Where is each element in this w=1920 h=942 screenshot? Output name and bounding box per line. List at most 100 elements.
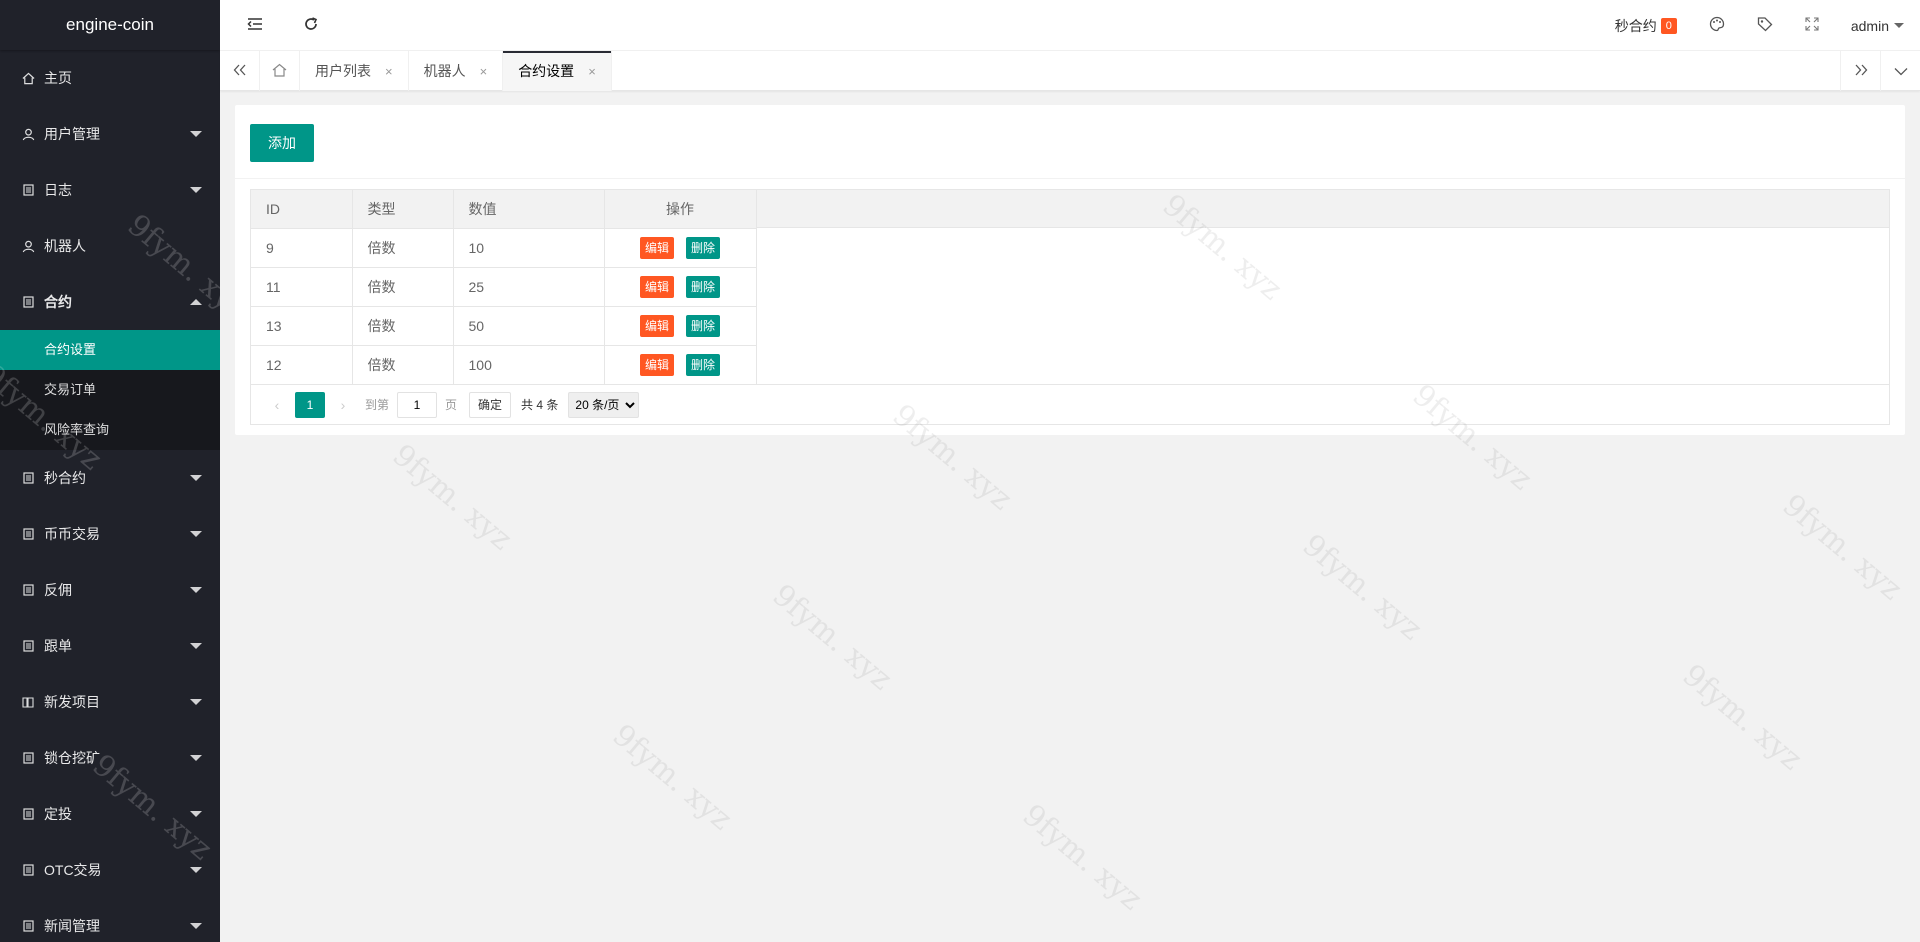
tab-home[interactable] <box>260 51 300 91</box>
cell-actions: 编辑 删除 <box>604 345 757 384</box>
tab-label: 机器人 <box>423 63 466 79</box>
tag-button[interactable] <box>1741 0 1789 51</box>
column-header-value[interactable]: 数值 <box>453 190 605 229</box>
tab-label: 合约设置 <box>518 63 575 79</box>
sidebar-item-label: 用户管理 <box>44 126 100 142</box>
double-chevron-right-icon <box>1854 63 1868 79</box>
tabs-scroll-right-button[interactable] <box>1840 51 1880 91</box>
page-size-select[interactable]: 20 条/页 <box>568 391 640 418</box>
sidebar-item-label: 跟单 <box>44 638 72 654</box>
cell-type: 倍数 <box>352 345 454 384</box>
watermark: 9fym. xyz <box>1775 487 1909 608</box>
tabs-scroll-left-button[interactable] <box>220 51 260 91</box>
delete-button[interactable]: 删除 <box>686 314 721 337</box>
table-row: 11 倍数 25 编辑 删除 <box>251 267 757 307</box>
goto-confirm-button[interactable]: 确定 <box>469 391 512 418</box>
close-icon[interactable]: × <box>480 64 488 79</box>
cell-actions: 编辑 删除 <box>604 306 757 346</box>
doc-icon <box>20 184 36 196</box>
home-icon <box>20 72 36 85</box>
tab-contract-settings[interactable]: 合约设置 × <box>503 51 612 91</box>
sidebar-item-label: 合约 <box>44 294 72 310</box>
doc-icon <box>20 920 36 932</box>
cell-id: 11 <box>251 267 353 307</box>
app-logo: engine-coin <box>0 0 220 50</box>
sidebar-item-second-contract[interactable]: 秒合约 <box>0 450 220 506</box>
sidebar-subitem-risk-query[interactable]: 风险率查询 <box>0 410 220 450</box>
chevron-down-icon <box>190 811 202 817</box>
cell-actions: 编辑 删除 <box>604 267 757 307</box>
sidebar: engine-coin 主页 用户管理 日志 机器人 合约 合约设置 交易订单 … <box>0 0 220 942</box>
add-button[interactable]: 添加 <box>250 124 314 162</box>
top-header: 秒合约 0 admin <box>220 0 1920 51</box>
fullscreen-button[interactable] <box>1789 0 1835 51</box>
doc-icon <box>20 528 36 540</box>
chevron-down-icon <box>190 531 202 537</box>
column-header-id[interactable]: ID <box>251 190 353 229</box>
column-header-type[interactable]: 类型 <box>352 190 454 229</box>
sidebar-item-label: 锁仓挖矿 <box>44 750 100 766</box>
page-number-current[interactable]: 1 <box>295 391 325 418</box>
sidebar-item-home[interactable]: 主页 <box>0 50 220 106</box>
delete-button[interactable]: 删除 <box>686 236 721 259</box>
user-icon <box>20 240 36 253</box>
close-icon[interactable]: × <box>385 64 393 79</box>
next-page-icon[interactable]: › <box>329 397 357 413</box>
edit-button[interactable]: 编辑 <box>639 236 674 259</box>
sidebar-item-logs[interactable]: 日志 <box>0 162 220 218</box>
sidebar-item-contract[interactable]: 合约 <box>0 274 220 330</box>
sidebar-item-user-management[interactable]: 用户管理 <box>0 106 220 162</box>
tab-user-list[interactable]: 用户列表 × <box>300 51 409 91</box>
user-menu[interactable]: admin <box>1835 0 1920 51</box>
sidebar-item-new-projects[interactable]: 新发项目 <box>0 674 220 730</box>
doc-icon <box>20 752 36 764</box>
refresh-icon <box>303 16 319 35</box>
tab-robot[interactable]: 机器人 × <box>409 51 504 91</box>
refresh-button[interactable] <box>288 0 334 51</box>
chevron-down-icon <box>190 755 202 761</box>
chevron-down-icon <box>190 475 202 481</box>
edit-button[interactable]: 编辑 <box>639 275 674 298</box>
pagination: ‹ 1 › 到第 页 确定 共 4 条 20 条/页 <box>251 384 1889 424</box>
watermark: 9fym. xyz <box>1675 657 1809 778</box>
doc-icon <box>20 864 36 876</box>
sidebar-item-otc[interactable]: OTC交易 <box>0 842 220 898</box>
sidebar-item-lock-mining[interactable]: 锁仓挖矿 <box>0 730 220 786</box>
username: admin <box>1850 17 1889 34</box>
prev-page-icon[interactable]: ‹ <box>263 397 291 413</box>
menu-collapse-button[interactable] <box>232 0 278 51</box>
sidebar-item-rebate[interactable]: 反佣 <box>0 562 220 618</box>
book-icon <box>20 696 36 708</box>
cell-id: 13 <box>251 306 353 346</box>
theme-button[interactable] <box>1693 0 1741 51</box>
sidebar-item-copy-trading[interactable]: 跟单 <box>0 618 220 674</box>
tabs-menu-button[interactable] <box>1880 51 1920 91</box>
goto-page-input[interactable] <box>397 391 438 418</box>
table-row: 13 倍数 50 编辑 删除 <box>251 306 757 346</box>
sidebar-subitem-trade-orders[interactable]: 交易订单 <box>0 370 220 410</box>
doc-icon <box>20 472 36 484</box>
cell-value: 100 <box>453 345 605 384</box>
sidebar-item-spot-trading[interactable]: 币币交易 <box>0 506 220 562</box>
doc-icon <box>20 296 36 308</box>
doc-icon <box>20 584 36 596</box>
chevron-down-icon <box>190 187 202 193</box>
second-contract-label: 秒合约 <box>1614 17 1657 34</box>
sidebar-item-news[interactable]: 新闻管理 <box>0 898 220 942</box>
edit-button[interactable]: 编辑 <box>639 353 674 376</box>
table-header-filler <box>756 190 1889 228</box>
delete-button[interactable]: 删除 <box>686 275 721 298</box>
second-contract-notice[interactable]: 秒合约 0 <box>1599 0 1693 51</box>
delete-button[interactable]: 删除 <box>686 353 721 376</box>
doc-icon <box>20 640 36 652</box>
watermark: 9fym. xyz <box>1015 797 1149 918</box>
sidebar-item-fixed-investment[interactable]: 定投 <box>0 786 220 842</box>
chevron-down-icon <box>190 131 202 137</box>
chevron-down-icon <box>190 699 202 705</box>
notice-count-badge: 0 <box>1660 17 1677 34</box>
sidebar-item-robot[interactable]: 机器人 <box>0 218 220 274</box>
cell-id: 12 <box>251 345 353 384</box>
sidebar-subitem-contract-settings[interactable]: 合约设置 <box>0 330 220 370</box>
close-icon[interactable]: × <box>588 64 596 79</box>
edit-button[interactable]: 编辑 <box>639 314 674 337</box>
